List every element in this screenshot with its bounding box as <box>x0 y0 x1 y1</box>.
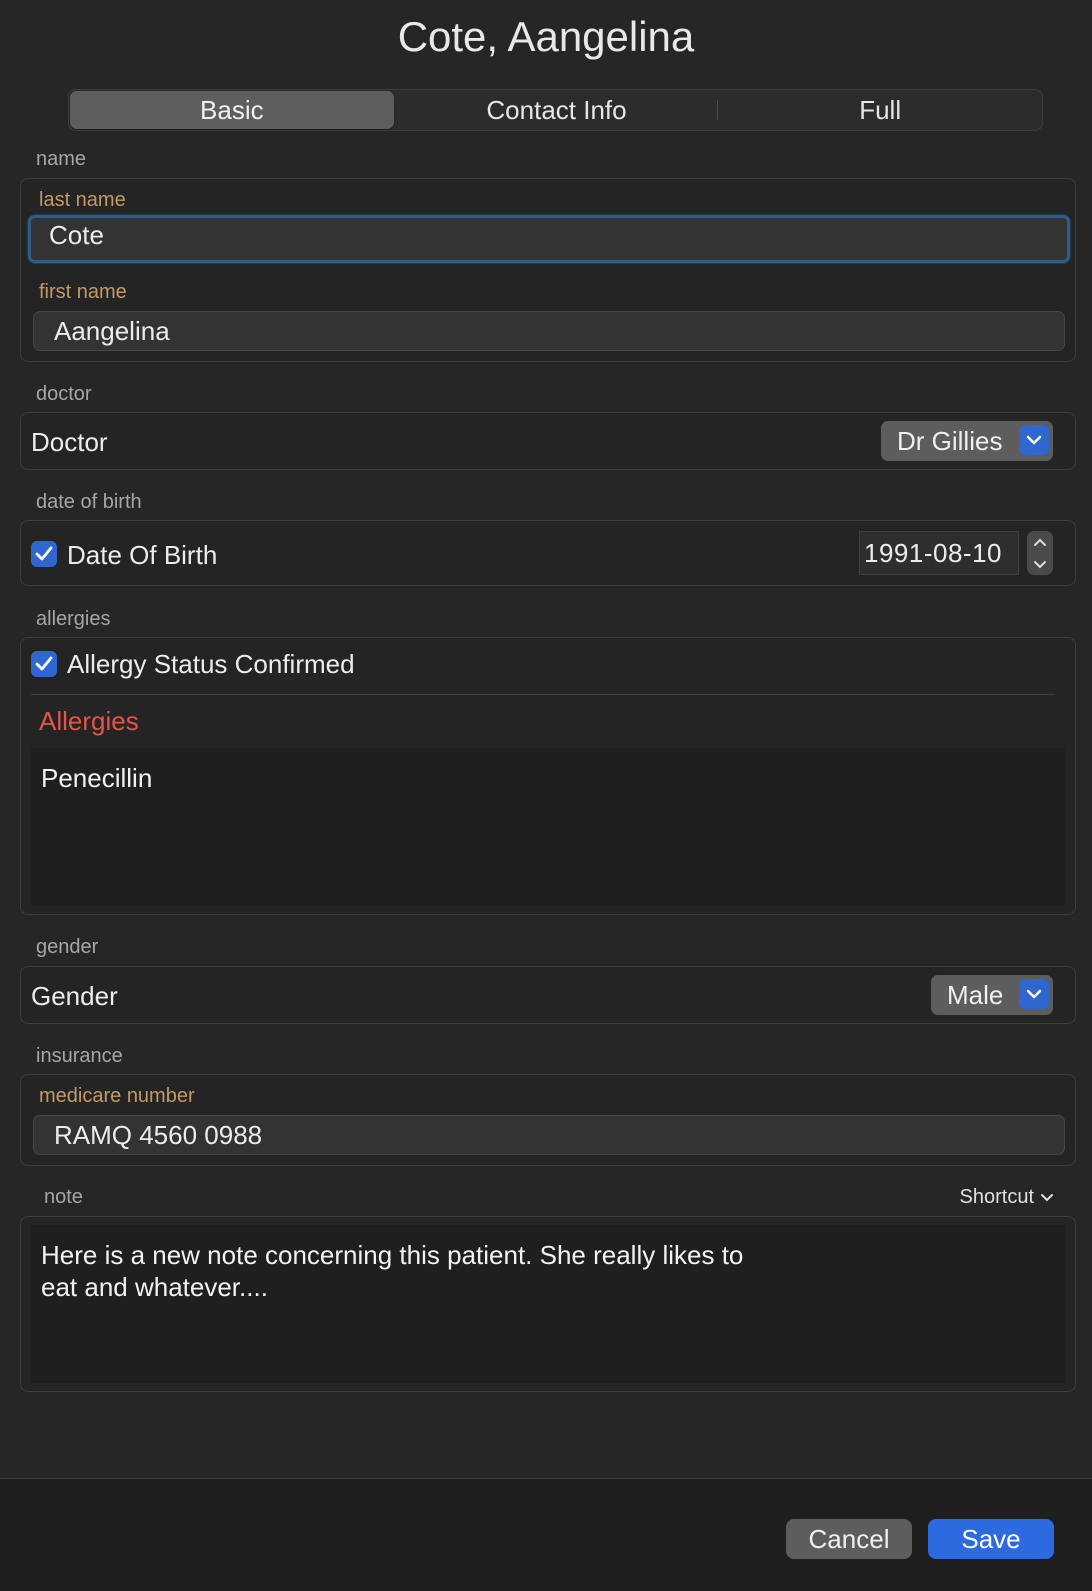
checkmark-icon <box>35 656 53 671</box>
chevron-up-icon[interactable] <box>1033 538 1047 547</box>
dob-stepper[interactable] <box>1027 531 1053 575</box>
allergies-section-label: allergies <box>36 608 111 630</box>
tab-contact-info[interactable]: Contact Info <box>395 90 719 130</box>
doctor-popup-value: Dr Gillies <box>897 425 1003 456</box>
dob-checkbox-label: Date Of Birth <box>67 540 218 570</box>
shortcut-menu[interactable]: Shortcut <box>960 1186 1054 1209</box>
tab-full[interactable]: Full <box>718 90 1042 130</box>
doctor-section: Doctor Dr Gillies <box>20 412 1076 470</box>
doctor-popup[interactable]: Dr Gillies <box>881 421 1053 461</box>
dob-date-field[interactable]: 1991-08-10 <box>859 531 1019 575</box>
chevron-down-icon <box>1019 425 1049 455</box>
medicare-number-label: medicare number <box>39 1085 195 1107</box>
gender-row-label: Gender <box>31 981 118 1011</box>
last-name-field[interactable]: Cote <box>28 215 1070 263</box>
tab-contact-info-label: Contact Info <box>486 94 627 125</box>
gender-popup[interactable]: Male <box>931 975 1053 1015</box>
dob-checkbox[interactable] <box>31 541 57 567</box>
note-text-area[interactable]: Here is a new note concerning this patie… <box>31 1225 1065 1383</box>
shortcut-menu-label: Shortcut <box>959 1186 1034 1208</box>
name-section-label: name <box>36 148 87 170</box>
doctor-section-label: doctor <box>36 383 92 405</box>
last-name-label: last name <box>39 189 126 211</box>
name-section: last name Cote first name Aangelina <box>20 178 1076 362</box>
first-name-field[interactable]: Aangelina <box>33 311 1065 351</box>
gender-popup-value: Male <box>947 979 1004 1010</box>
window-title: Cote, Aangelina <box>397 13 695 60</box>
allergies-list-label: Allergies <box>39 706 139 736</box>
cancel-button[interactable]: Cancel <box>786 1519 912 1559</box>
checkmark-icon <box>35 546 53 561</box>
gender-section-label: gender <box>36 936 99 958</box>
chevron-down-icon <box>1041 1194 1053 1202</box>
first-name-label: first name <box>39 281 127 303</box>
tab-full-label: Full <box>859 94 902 125</box>
insurance-section-label: insurance <box>36 1045 123 1067</box>
divider <box>31 694 1055 695</box>
doctor-row-label: Doctor <box>31 427 108 457</box>
note-section: Here is a new note concerning this patie… <box>20 1216 1076 1392</box>
dob-section-label: date of birth <box>36 491 142 513</box>
tab-basic-label: Basic <box>200 94 264 125</box>
allergy-confirmed-label: Allergy Status Confirmed <box>67 649 355 679</box>
note-section-label: note <box>44 1186 83 1208</box>
view-segmented-control[interactable]: Basic Contact Info Full <box>68 89 1043 131</box>
chevron-down-icon <box>1019 979 1049 1009</box>
insurance-section: medicare number RAMQ 4560 0988 <box>20 1074 1076 1166</box>
dob-section: Date Of Birth 1991-08-10 <box>20 520 1076 586</box>
medicare-number-field[interactable]: RAMQ 4560 0988 <box>33 1115 1065 1155</box>
chevron-down-icon[interactable] <box>1033 560 1047 569</box>
tab-basic[interactable]: Basic <box>70 91 394 129</box>
footer-bar: Cancel Save <box>0 1478 1092 1591</box>
allergy-confirmed-checkbox[interactable] <box>31 651 57 677</box>
allergies-section: Allergy Status Confirmed Allergies Penec… <box>20 637 1076 915</box>
save-button[interactable]: Save <box>928 1519 1054 1559</box>
gender-section: Gender Male <box>20 966 1076 1024</box>
allergies-text-area[interactable]: Penecillin <box>31 748 1065 906</box>
